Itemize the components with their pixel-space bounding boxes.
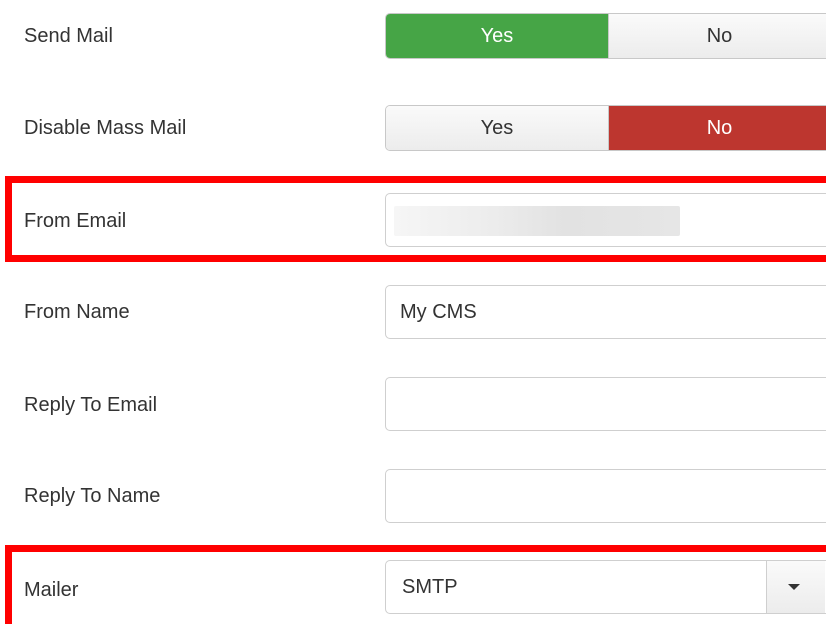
mailer-select[interactable]: SMTP: [385, 560, 826, 614]
mailer-dropdown-button[interactable]: [766, 561, 825, 613]
disable-mass-mail-no-button[interactable]: No: [608, 106, 826, 150]
reply-to-name-field[interactable]: [385, 469, 826, 523]
send-mail-toggle: Yes No: [385, 13, 826, 59]
mail-settings-form: Send Mail Yes No Disable Mass Mail Yes N…: [0, 0, 826, 624]
from-email-field[interactable]: [385, 193, 826, 247]
disable-mass-mail-label: Disable Mass Mail: [24, 117, 187, 139]
send-mail-yes-button[interactable]: Yes: [386, 14, 608, 58]
from-email-label: From Email: [24, 210, 127, 232]
mailer-label: Mailer: [24, 579, 79, 601]
from-name-label: From Name: [24, 301, 130, 323]
redacted-email-value: [394, 206, 680, 236]
send-mail-no-button[interactable]: No: [608, 14, 826, 58]
send-mail-label: Send Mail: [24, 25, 113, 47]
reply-to-email-label: Reply To Email: [24, 394, 158, 416]
caret-down-icon: [788, 584, 800, 590]
disable-mass-mail-yes-button[interactable]: Yes: [386, 106, 608, 150]
reply-to-name-label: Reply To Name: [24, 485, 161, 507]
reply-to-email-field[interactable]: [385, 377, 826, 431]
mailer-select-value: SMTP: [402, 576, 458, 598]
from-name-field[interactable]: My CMS: [385, 285, 826, 339]
disable-mass-mail-toggle: Yes No: [385, 105, 826, 151]
